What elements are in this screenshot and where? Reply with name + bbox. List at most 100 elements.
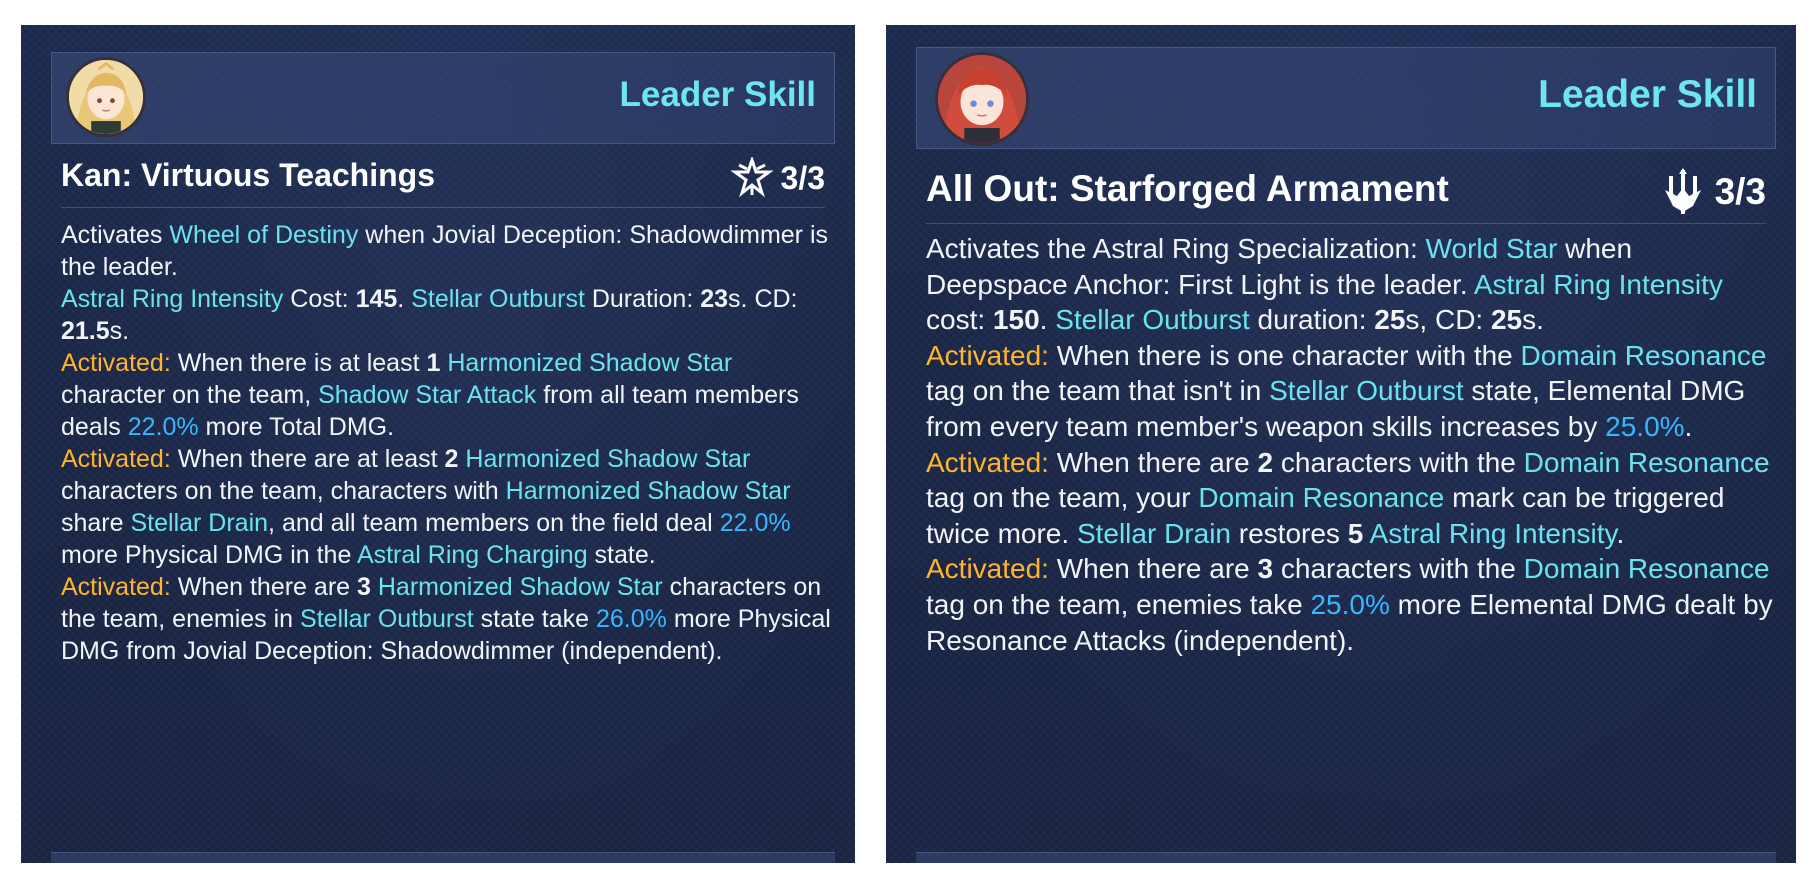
activated-label: Activated:	[61, 445, 171, 473]
number-value: 3	[1257, 553, 1274, 585]
description-paragraph: Activated: When there are 3 characters w…	[926, 551, 1776, 658]
leader-skill-header: Leader Skill	[916, 47, 1776, 149]
description-text: Activates	[61, 221, 170, 249]
keyword-term: Stellar Drain	[1076, 517, 1231, 549]
description-text: .	[1616, 517, 1625, 549]
description-text: s.	[109, 317, 130, 345]
keyword-term: Stellar Outburst	[1055, 304, 1250, 336]
percent-value: 25.0%	[1605, 410, 1685, 442]
keyword-term: Astral Ring Intensity	[1473, 268, 1723, 300]
number-value: 150	[992, 304, 1040, 336]
activated-label: Activated:	[926, 446, 1049, 478]
number-value: 1	[426, 349, 441, 377]
character-avatar-icon[interactable]	[935, 52, 1029, 146]
skill-title: All Out: Starforged Armament	[926, 168, 1449, 209]
description-text: duration:	[1249, 304, 1375, 336]
keyword-term: Harmonized Shadow Star	[505, 477, 791, 505]
percent-value: 22.0%	[719, 509, 791, 537]
trident-emblem-icon	[1664, 168, 1701, 214]
leader-skill-label: Leader Skill	[619, 75, 816, 114]
description-text: state take	[473, 605, 596, 633]
description-text: state.	[587, 541, 656, 569]
skill-description: Activates the Astral Ring Specialization…	[926, 231, 1776, 658]
keyword-term: Wheel of Destiny	[169, 221, 359, 249]
number-value: 23	[700, 285, 729, 313]
description-text: When there is at least	[170, 349, 427, 377]
skill-level: 3/3	[730, 157, 825, 199]
description-text: .	[1684, 410, 1693, 442]
skill-title-row: Kan: Virtuous Teachings 3/3	[61, 157, 825, 208]
skill-title-row: All Out: Starforged Armament 3/3	[926, 168, 1766, 224]
keyword-term: Domain Resonance	[1198, 482, 1445, 514]
number-value: 25	[1374, 304, 1406, 336]
description-text: character on the team,	[61, 381, 319, 409]
number-value: 25	[1490, 304, 1523, 336]
description-paragraph: Astral Ring Intensity Cost: 145. Stellar…	[61, 283, 835, 347]
description-text: characters on the team, characters with	[61, 477, 506, 505]
keyword-term: Harmonized Shadow Star	[447, 349, 733, 377]
description-text: .	[397, 285, 412, 313]
keyword-term: Astral Ring Intensity	[61, 285, 284, 313]
description-text: s, CD:	[1405, 304, 1491, 336]
description-paragraph: Activated: When there are at least 2 Har…	[61, 443, 835, 571]
percent-value: 22.0%	[127, 413, 199, 441]
description-text: .	[1039, 304, 1056, 336]
keyword-term: Domain Resonance	[1520, 339, 1767, 371]
activated-label: Activated:	[61, 573, 171, 601]
keyword-term: Stellar Outburst	[300, 605, 474, 633]
description-text: s.	[1522, 304, 1544, 336]
keyword-term: Astral Ring Intensity	[1369, 517, 1617, 549]
keyword-term: Harmonized Shadow Star	[465, 445, 751, 473]
number-value: 3	[357, 573, 371, 601]
description-text: Cost:	[283, 285, 356, 313]
description-paragraph: Activated: When there is one character w…	[926, 338, 1776, 445]
skill-panel-right: Leader Skill All Out: Starforged Armamen…	[886, 25, 1796, 863]
description-text: When there are	[1048, 446, 1258, 478]
description-paragraph: Activated: When there is at least 1 Harm…	[61, 347, 835, 443]
star-emblem-icon	[730, 157, 773, 198]
number-value: 2	[444, 445, 459, 473]
description-text: When there are at least	[170, 445, 445, 473]
activated-label: Activated:	[926, 553, 1049, 585]
description-text: Activates the Astral Ring Specialization…	[926, 233, 1426, 264]
keyword-term: Domain Resonance	[1523, 446, 1770, 478]
percent-value: 25.0%	[1310, 588, 1390, 620]
description-paragraph: Activated: When there are 3 Harmonized S…	[61, 571, 835, 667]
description-text: tag on the team, enemies take	[926, 588, 1311, 620]
description-text: share	[61, 509, 131, 537]
keyword-term: Harmonized Shadow Star	[377, 573, 663, 601]
skill-level-value: 3/3	[780, 159, 825, 196]
description-text: more Physical DMG in the	[61, 541, 357, 569]
description-text	[371, 573, 378, 601]
activated-label: Activated:	[61, 349, 171, 377]
number-value: 2	[1257, 446, 1274, 478]
description-text: , and all team members on the field deal	[268, 509, 720, 537]
skill-title: Kan: Virtuous Teachings	[61, 157, 435, 193]
keyword-term: Stellar Outburst	[1269, 375, 1464, 407]
character-avatar-icon[interactable]	[66, 57, 146, 137]
description-text: s. CD:	[728, 285, 798, 313]
keyword-term: Shadow Star Attack	[318, 381, 537, 409]
next-card-edge	[916, 852, 1776, 863]
description-text: When there are	[170, 573, 357, 601]
number-value: 145	[355, 285, 398, 313]
keyword-term: Domain Resonance	[1523, 553, 1770, 585]
skill-panel-left: Leader Skill Kan: Virtuous Teachings 3/3…	[21, 25, 855, 863]
description-paragraph: Activates Wheel of Destiny when Jovial D…	[61, 219, 835, 283]
skill-level: 3/3	[1659, 168, 1766, 216]
description-text: characters with the	[1273, 446, 1524, 478]
skill-level-value: 3/3	[1714, 171, 1766, 212]
number-value: 21.5	[61, 317, 110, 345]
description-text: Duration:	[584, 285, 701, 313]
keyword-term: Stellar Drain	[130, 509, 269, 537]
description-text: When there are	[1048, 553, 1258, 585]
description-text: When there is one character with the	[1048, 339, 1521, 371]
leader-skill-header: Leader Skill	[51, 52, 835, 144]
description-text: more Total DMG.	[198, 413, 395, 441]
description-paragraph: Activates the Astral Ring Specialization…	[926, 231, 1776, 338]
leader-skill-label: Leader Skill	[1538, 73, 1757, 116]
percent-value: 26.0%	[596, 605, 667, 633]
description-paragraph: Activated: When there are 2 characters w…	[926, 445, 1776, 552]
description-text: cost:	[926, 304, 993, 336]
description-text: tag on the team that isn't in	[926, 375, 1270, 407]
